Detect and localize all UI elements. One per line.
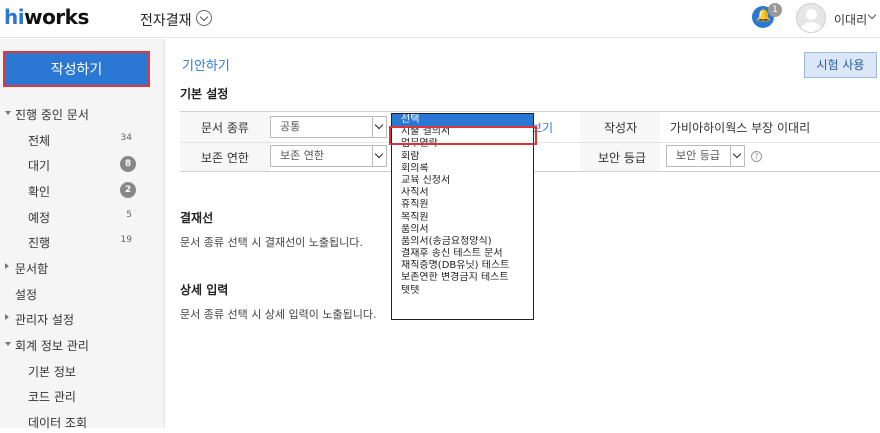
security-select[interactable]: 보안 등급: [666, 145, 745, 167]
detail-input-desc: 문서 종류 선택 시 상세 입력이 노출됩니다.: [180, 308, 377, 321]
sidebar-item-label: 예정: [28, 211, 51, 225]
sidebar-item-code-management[interactable]: 코드 관리: [0, 385, 165, 407]
section-title-detail-input: 상세 입력: [180, 283, 229, 297]
chevron-down-icon[interactable]: [867, 10, 877, 20]
sidebar-item-all[interactable]: 전체 34: [0, 129, 165, 151]
dropdown-option[interactable]: 재직증명(DB유닛) 테스트: [392, 260, 533, 272]
sidebar-item-count-badge: 8: [120, 156, 136, 172]
section-title-approval-line: 결재선: [180, 211, 214, 225]
write-button[interactable]: 작성하기: [3, 51, 150, 87]
doc-type-dropdown-list[interactable]: 선택 지출 결의서 업무연락 회람 회의록 교육 신청서 사직서 휴직원 복직원 품의서 품의서(송…: [391, 113, 534, 320]
top-bar: hiworks 전자결재 1 이대리: [0, 0, 880, 38]
dropdown-option[interactable]: 교육 신청서: [392, 175, 533, 187]
caret-down-icon: [5, 342, 11, 346]
dropdown-option[interactable]: 지출 결의서: [392, 126, 533, 138]
retention-value: 보존 연한: [280, 149, 324, 162]
sidebar-group-accounting[interactable]: 회계 정보 관리: [0, 334, 165, 356]
logo-works: works: [24, 5, 89, 29]
dropdown-option[interactable]: 텟텟: [392, 285, 533, 297]
dropdown-option[interactable]: 품의서(송금요청양식): [392, 236, 533, 248]
doc-type-label: 문서 종류: [201, 121, 249, 135]
sidebar-group-admin-settings[interactable]: 관리자 설정: [0, 308, 165, 330]
sidebar-item-basic-info[interactable]: 기본 정보: [0, 360, 165, 382]
sidebar-item-label: 설정: [15, 288, 38, 302]
retention-select[interactable]: 보존 연한: [270, 145, 387, 167]
dropdown-option[interactable]: 결재후 송신 테스트 문서: [392, 248, 533, 260]
dropdown-option[interactable]: 품의서: [392, 224, 533, 236]
avatar[interactable]: [796, 3, 826, 33]
notification-badge: 1: [768, 3, 782, 17]
dropdown-option[interactable]: 선택: [392, 114, 533, 127]
chevron-down-icon: [730, 146, 744, 166]
sidebar-item-data-lookup[interactable]: 데이터 조회: [0, 411, 165, 433]
sidebar-group-label: 관리자 설정: [15, 313, 75, 327]
doc-type-value: 공통: [280, 120, 301, 133]
logo-hi: hi: [4, 5, 25, 29]
dropdown-option[interactable]: 사직서: [392, 187, 533, 199]
sidebar-group-in-progress[interactable]: 진행 중인 문서: [0, 103, 165, 125]
sidebar-item-label: 확인: [28, 185, 51, 199]
help-icon[interactable]: ?: [751, 151, 762, 162]
sidebar-item-label: 코드 관리: [28, 390, 76, 404]
caret-right-icon: [5, 263, 9, 269]
hiworks-logo[interactable]: hiworks: [4, 5, 89, 29]
sidebar-item-count: 34: [120, 133, 132, 143]
dropdown-option[interactable]: 업무연락: [392, 138, 533, 150]
chevron-down-icon: [372, 117, 386, 137]
app-title[interactable]: 전자결재: [140, 10, 192, 30]
sidebar-group-label: 진행 중인 문서: [15, 108, 89, 122]
dropdown-option[interactable]: 회의록: [392, 163, 533, 175]
sidebar-group-label: 회계 정보 관리: [15, 339, 89, 353]
sidebar-group-label: 문서함: [15, 262, 49, 276]
dropdown-option[interactable]: 휴직원: [392, 199, 533, 211]
security-label: 보안 등급: [598, 151, 646, 165]
sidebar-item-in-progress[interactable]: 진행 19: [0, 231, 165, 253]
sidebar-item-label: 진행: [28, 236, 51, 250]
sidebar: 작성하기 진행 중인 문서 전체 34 대기 8 확인 2 예정 5 진행 19…: [0, 39, 165, 430]
sidebar-item-settings[interactable]: 설정: [0, 283, 165, 305]
doc-type-select[interactable]: 공통: [270, 116, 387, 138]
sidebar-item-label: 대기: [28, 159, 51, 173]
breadcrumb[interactable]: 기안하기: [182, 55, 230, 74]
sidebar-item-label: 전체: [28, 134, 51, 148]
sidebar-item-label: 데이터 조회: [28, 416, 88, 430]
view-link[interactable]: 보기: [531, 119, 553, 136]
sidebar-item-count-badge: 2: [120, 182, 136, 198]
author-value: 가비아하이웍스 부장 이대리: [670, 121, 811, 135]
sidebar-item-scheduled[interactable]: 예정 5: [0, 206, 165, 228]
caret-down-icon: [5, 111, 11, 115]
caret-right-icon: [5, 314, 9, 320]
security-value: 보안 등급: [676, 149, 720, 162]
sidebar-group-doc-box[interactable]: 문서함: [0, 257, 165, 279]
retention-label: 보존 연한: [201, 151, 249, 165]
user-name[interactable]: 이대리: [834, 11, 867, 28]
chevron-down-icon[interactable]: [196, 10, 212, 26]
test-use-button[interactable]: 시험 사용: [804, 52, 877, 78]
sidebar-item-label: 기본 정보: [28, 365, 76, 379]
dropdown-option[interactable]: 회람: [392, 151, 533, 163]
sidebar-item-waiting[interactable]: 대기 8: [0, 154, 165, 176]
dropdown-option[interactable]: 보존연한 변경금지 테스트: [392, 272, 533, 284]
section-title-basic-settings: 기본 설정: [180, 87, 229, 101]
author-label: 작성자: [604, 121, 638, 135]
chevron-down-icon: [372, 146, 386, 166]
sidebar-item-confirm[interactable]: 확인 2: [0, 180, 165, 202]
sidebar-item-count: 5: [126, 210, 132, 220]
dropdown-option[interactable]: 복직원: [392, 212, 533, 224]
approval-line-desc: 문서 종류 선택 시 결재선이 노출됩니다.: [180, 236, 363, 249]
sidebar-item-count: 19: [120, 235, 132, 245]
